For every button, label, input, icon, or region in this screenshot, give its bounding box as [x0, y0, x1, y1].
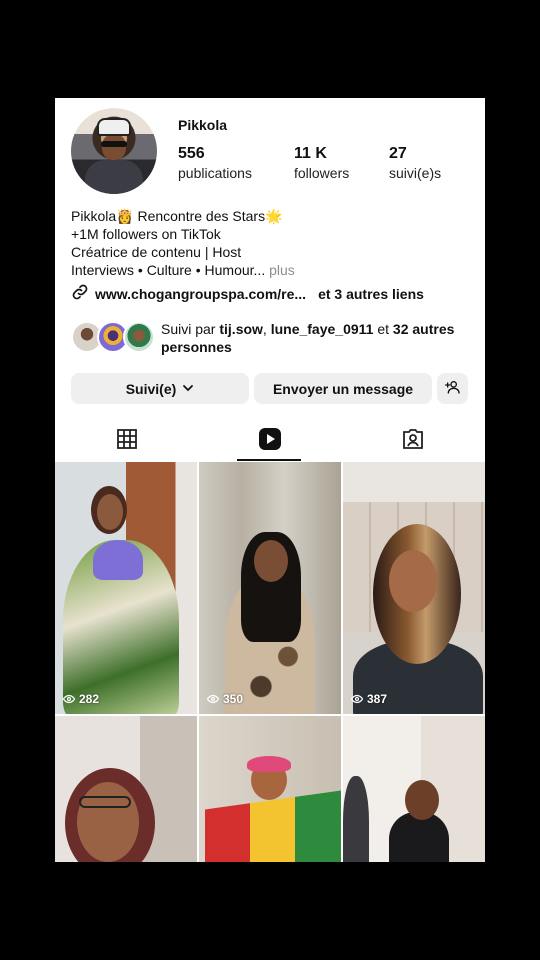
reel-thumbnail[interactable]: 387 [343, 462, 485, 714]
followed-by-user[interactable]: tij.sow [219, 321, 263, 337]
bio-more-link[interactable]: plus [269, 262, 295, 278]
followed-by-user[interactable]: lune_faye_0911 [271, 321, 374, 337]
followed-by-and: et [377, 321, 390, 337]
reel-thumbnail[interactable]: 282 [55, 462, 197, 714]
suggest-people-button[interactable] [437, 373, 468, 404]
reels-icon [258, 427, 282, 456]
profile-links[interactable]: www.chogangroupspa.com/re... et 3 autres… [71, 283, 424, 304]
message-button[interactable]: Envoyer un message [254, 373, 432, 404]
tab-tagged[interactable] [341, 421, 484, 461]
following-button-label: Suivi(e) [125, 380, 177, 397]
profile-username: Pikkola [178, 117, 228, 133]
stat-label: followers [294, 165, 350, 181]
profile-tabs [55, 421, 485, 461]
following-button[interactable]: Suivi(e) [71, 373, 249, 404]
bio-line: Pikkola👸 Rencontre des Stars🌟 [71, 208, 283, 224]
reel-view-count: 387 [367, 692, 388, 706]
stat-value: 556 [178, 145, 205, 162]
reel-view-count: 282 [79, 692, 100, 706]
stat-publications[interactable]: 556 publications [178, 145, 252, 181]
followed-by-separator: , [262, 321, 267, 337]
followed-by-text: Suivi par tij.sow, lune_faye_0911 et 32 … [161, 320, 471, 356]
profile-bio: Pikkola👸 Rencontre des Stars🌟 +1M follow… [71, 207, 471, 279]
tab-grid[interactable] [55, 421, 198, 461]
reel-thumbnail[interactable] [199, 716, 341, 862]
profile-avatar[interactable] [71, 108, 157, 194]
tab-reels[interactable] [198, 421, 341, 461]
reel-thumbnail[interactable] [343, 716, 485, 862]
profile-link-url[interactable]: www.chogangroupspa.com/re... [95, 286, 306, 302]
stat-label: publications [178, 165, 252, 181]
bio-line: +1M followers on TikTok [71, 226, 221, 242]
follower-avatar [123, 321, 155, 353]
stat-followers[interactable]: 11 K followers [294, 145, 349, 181]
chevron-down-icon [182, 381, 194, 397]
reel-views: 282 [63, 692, 99, 706]
reel-view-count: 350 [223, 692, 244, 706]
followed-by[interactable]: Suivi par tij.sow, lune_faye_0911 et 32 … [71, 320, 471, 356]
stat-following[interactable]: 27 suivi(e)s [389, 145, 441, 181]
reel-thumbnail[interactable]: 350 [199, 462, 341, 714]
profile-screen: Pikkola 556 publications 11 K followers … [55, 98, 485, 862]
link-icon [71, 283, 89, 304]
reel-thumbnail[interactable] [55, 716, 197, 862]
grid-icon [116, 428, 138, 455]
reel-views: 387 [351, 692, 387, 706]
add-person-icon [444, 379, 461, 398]
message-button-label: Envoyer un message [272, 380, 414, 397]
bio-line: Interviews • Culture • Humour... [71, 262, 266, 278]
stat-value: 27 [389, 145, 407, 162]
bio-line-last: Interviews • Culture • Humour... plus [71, 261, 471, 279]
profile-link-more[interactable]: et 3 autres liens [318, 286, 424, 302]
profile-stats: 556 publications 11 K followers 27 suivi… [178, 145, 478, 185]
stat-label: suivi(e)s [389, 165, 442, 181]
reel-views: 350 [207, 692, 243, 706]
tagged-icon [401, 427, 425, 456]
stat-value: 11 K [294, 145, 327, 162]
followed-by-prefix: Suivi par [161, 321, 216, 337]
bio-line: Créatrice de contenu | Host [71, 244, 242, 260]
